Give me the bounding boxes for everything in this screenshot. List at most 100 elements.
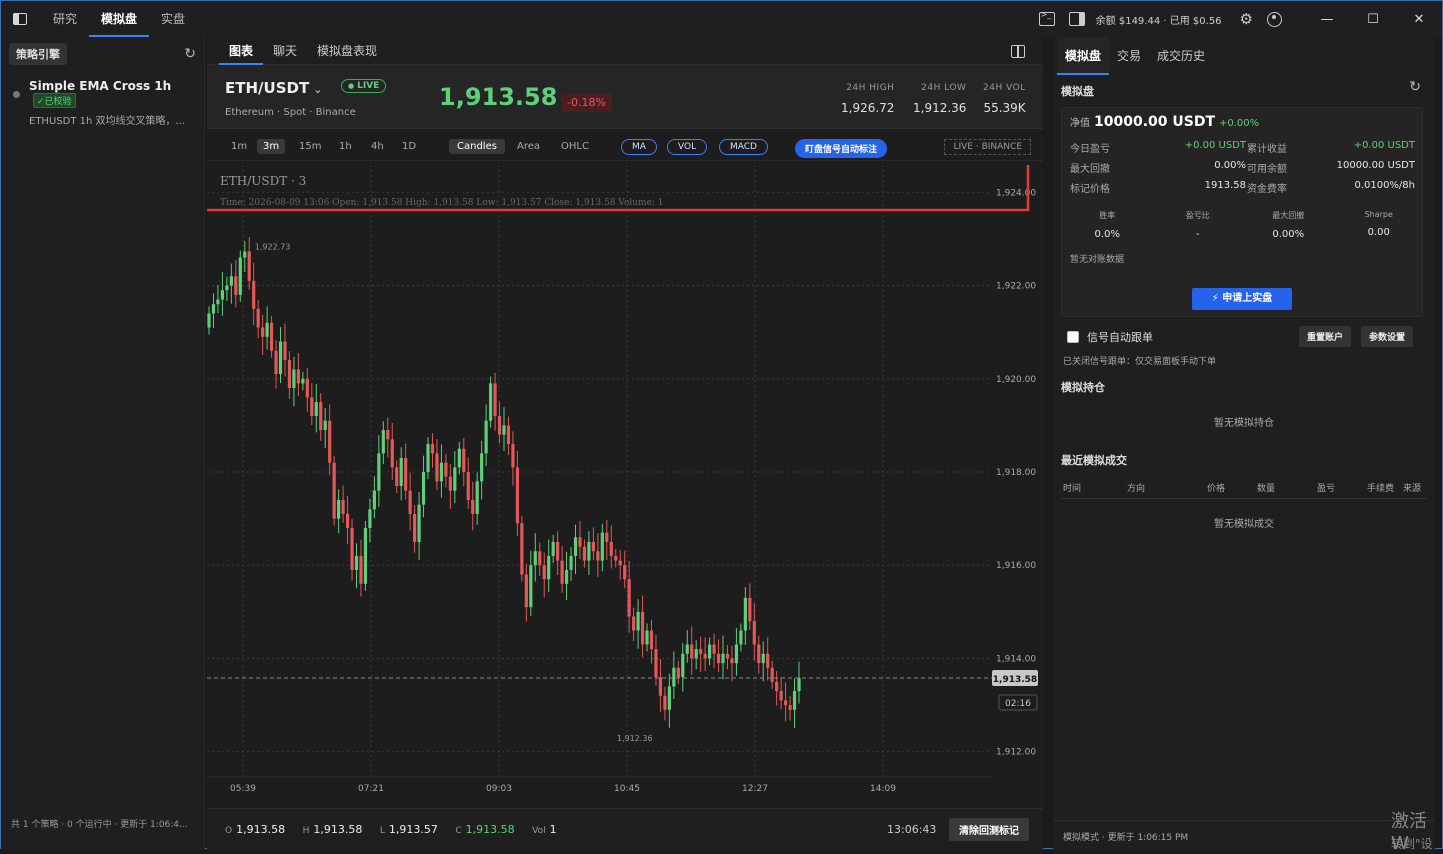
last-price: 1,913.58 xyxy=(439,83,558,111)
tf-15m[interactable]: 15m xyxy=(299,141,321,152)
stat-value: 55.39K xyxy=(983,101,1026,115)
kv-label: 累计收益 xyxy=(1247,144,1287,155)
tab-trade[interactable]: 交易 xyxy=(1109,37,1149,75)
kv-row: 标记价格 1913.58 xyxy=(1070,180,1246,195)
candle-body xyxy=(560,560,564,584)
nav-tab-research[interactable]: 研究 xyxy=(41,1,89,37)
indicator-macd[interactable]: MACD xyxy=(719,139,768,155)
status-dot xyxy=(13,91,20,98)
candle-body xyxy=(694,649,698,659)
signal-annotate-button[interactable]: 盯盘信号自动标注 xyxy=(795,139,888,158)
refresh-icon[interactable]: ↻ xyxy=(184,46,196,62)
kv-row: 资金费率 0.0100%/8h xyxy=(1247,180,1415,195)
candle-body xyxy=(582,546,587,561)
apply-live-button[interactable]: ⚡ 申请上实盘 xyxy=(1192,288,1292,310)
nav-value: 10000.00 USDT xyxy=(1094,114,1216,130)
panel-toggle-icon[interactable] xyxy=(1068,12,1085,26)
user-icon[interactable] xyxy=(1267,11,1282,27)
candle-body xyxy=(779,691,783,701)
candle-body xyxy=(609,541,613,556)
last-price-tag-text: 1,913.58 xyxy=(993,675,1037,685)
candlestick-chart[interactable]: 1,924.00 1,922.00 1,920.00 1,918.00 1,916.00… xyxy=(207,165,1043,808)
ohlc-low: L 1,913.57 xyxy=(379,823,438,836)
indicator-ma[interactable]: MA xyxy=(621,139,657,155)
candle-body xyxy=(216,299,220,305)
refresh-icon[interactable]: ↻ xyxy=(1409,79,1421,95)
tf-4h[interactable]: 4h xyxy=(371,141,384,152)
kv-label: 最大回撤 xyxy=(1070,164,1110,175)
kv-row: 最大回撤 0.00% xyxy=(1070,160,1246,175)
clock: 13:06:43 xyxy=(887,823,937,836)
clear-backtest-button[interactable]: 清除回测标记 xyxy=(949,818,1029,841)
params-button[interactable]: 参数设置 xyxy=(1361,326,1414,347)
strategy-engine-label[interactable]: 策略引擎 xyxy=(9,43,67,65)
tab-chat[interactable]: 聊天 xyxy=(263,37,307,65)
stat-label: 24H VOL xyxy=(983,83,1026,93)
candle-body xyxy=(426,444,430,472)
vol-value: 1 xyxy=(549,823,557,836)
close-button[interactable]: ✕ xyxy=(1396,12,1442,27)
tf-1m[interactable]: 1m xyxy=(231,141,247,152)
indicator-vol[interactable]: VOL xyxy=(667,139,708,155)
candle-body xyxy=(627,579,631,617)
candle-body xyxy=(395,467,399,486)
layout-toggle-icon[interactable] xyxy=(1011,45,1025,58)
candle-body xyxy=(502,425,506,435)
candle-body xyxy=(287,360,292,389)
candle-body xyxy=(283,341,287,361)
tf-3m[interactable]: 3m xyxy=(257,139,286,154)
minimize-button[interactable]: — xyxy=(1304,12,1350,27)
reset-account-button[interactable]: 重置账户 xyxy=(1299,326,1352,347)
candle-body xyxy=(310,397,314,417)
tf-1d[interactable]: 1D xyxy=(402,141,416,152)
chart-type-candles[interactable]: Candles xyxy=(449,139,505,154)
stat-drawdown: 最大回撤 0.00% xyxy=(1243,210,1334,240)
candle-body xyxy=(690,644,694,659)
nav-tab-paper[interactable]: 模拟盘 xyxy=(89,1,150,37)
candle-body xyxy=(462,448,466,472)
candle-body xyxy=(739,630,743,645)
tab-performance[interactable]: 模拟盘表现 xyxy=(307,37,387,65)
candle-body xyxy=(529,565,533,608)
auto-follow-label: 信号自动跟单 xyxy=(1087,331,1153,344)
candle-body xyxy=(596,551,600,561)
stat-label: 胜率 xyxy=(1099,211,1116,220)
chart-type-area[interactable]: Area xyxy=(517,141,540,152)
activation-watermark-sub: 转到"设 xyxy=(1391,837,1433,851)
candle-body xyxy=(618,560,622,566)
sidebar-toggle-icon[interactable] xyxy=(13,13,27,25)
live-badge: LIVE xyxy=(341,79,387,93)
stat-pl-ratio: 盈亏比 - xyxy=(1153,210,1244,240)
strategy-item[interactable]: Simple EMA Cross 1h✓已校验 ETHUSDT 1h 双均线交叉… xyxy=(1,71,204,127)
candle-body xyxy=(341,499,345,514)
auto-follow-checkbox[interactable] xyxy=(1067,331,1079,343)
candle-body xyxy=(435,453,439,482)
account-card: 净值 10000.00 USDT +0.00% 今日盈亏 +0.00 USDT 累计收… xyxy=(1061,107,1423,317)
candle-body xyxy=(292,369,296,389)
tf-1h[interactable]: 1h xyxy=(339,141,352,152)
candle-body xyxy=(225,285,229,291)
tab-history[interactable]: 成交历史 xyxy=(1149,37,1213,75)
candle-body xyxy=(328,420,332,463)
maximize-button[interactable]: ☐ xyxy=(1350,12,1396,27)
candle-body xyxy=(564,569,569,584)
gear-icon[interactable]: ⚙ xyxy=(1240,10,1253,28)
candle-body xyxy=(484,420,488,454)
tab-paper[interactable]: 模拟盘 xyxy=(1057,37,1110,75)
ticker-header: ETH/USDT⌄ LIVE Ethereum · Spot · Binance… xyxy=(207,65,1043,129)
tab-chart[interactable]: 图表 xyxy=(219,37,264,65)
candle-body xyxy=(734,644,739,664)
symbol-selector[interactable]: ETH/USDT ⌄ xyxy=(225,79,322,97)
candle-body xyxy=(725,653,730,659)
chart-type-ohlc[interactable]: OHLC xyxy=(561,141,589,152)
terminal-icon[interactable] xyxy=(1038,10,1055,26)
candle-body xyxy=(703,653,707,659)
stat-value: 0.0% xyxy=(1094,229,1120,240)
candle-body xyxy=(533,551,537,566)
stat-value: - xyxy=(1195,229,1200,240)
nav-tab-live[interactable]: 实盘 xyxy=(149,1,197,37)
auto-follow-row[interactable]: 信号自动跟单 xyxy=(1067,329,1153,345)
follow-note: 已关闭信号跟单：仅交易面板手动下单 xyxy=(1063,357,1217,367)
stat-label: 24H LOW xyxy=(921,83,967,93)
candle-body xyxy=(243,251,247,258)
